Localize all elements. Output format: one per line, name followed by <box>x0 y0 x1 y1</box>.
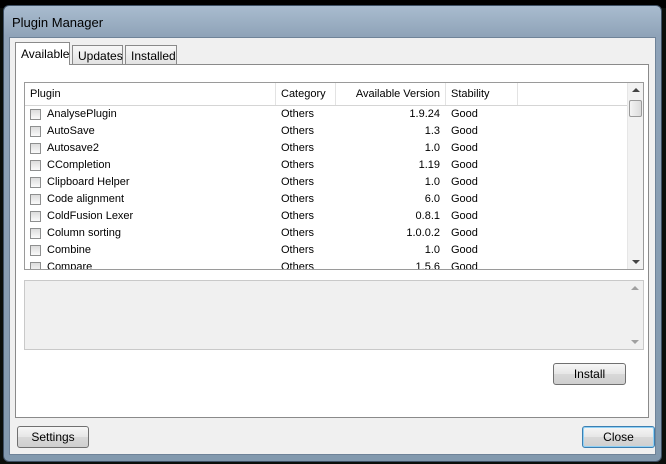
plugin-version: 1.0 <box>424 142 440 154</box>
row-checkbox[interactable] <box>30 143 41 154</box>
table-row[interactable]: Autosave2 Others 1.0 Good <box>25 140 628 157</box>
plugin-version: 1.9.24 <box>409 108 440 120</box>
plugin-version: 6.0 <box>424 193 440 205</box>
plugin-version: 1.0 <box>424 244 440 256</box>
plugin-name: AutoSave <box>47 125 95 137</box>
install-button[interactable]: Install <box>553 363 626 385</box>
scroll-down-arrow-icon[interactable] <box>632 260 640 264</box>
plugin-version: 1.5.6 <box>415 261 440 270</box>
plugin-stability: Good <box>451 142 478 154</box>
description-scrollbar[interactable] <box>627 281 643 349</box>
close-button[interactable]: Close <box>582 426 655 448</box>
row-checkbox[interactable] <box>30 177 41 188</box>
plugin-description-box <box>24 280 644 350</box>
table-row[interactable]: Combine Others 1.0 Good <box>25 242 628 259</box>
plugin-stability: Good <box>451 227 478 239</box>
table-row[interactable]: AnalysePlugin Others 1.9.24 Good <box>25 106 628 123</box>
plugin-category: Others <box>281 261 315 270</box>
plugin-category: Others <box>281 159 315 171</box>
plugin-version: 1.19 <box>418 159 440 171</box>
plugin-stability: Good <box>451 261 478 270</box>
plugin-category: Others <box>281 193 315 205</box>
plugin-category: Others <box>281 142 315 154</box>
plugin-name: Compare <box>47 261 93 270</box>
settings-button[interactable]: Settings <box>17 426 89 448</box>
plugin-stability: Good <box>451 159 478 171</box>
plugin-name: Clipboard Helper <box>47 176 130 188</box>
plugin-list[interactable]: Plugin Category Available Version Stabil… <box>24 82 644 270</box>
scroll-up-arrow-icon[interactable] <box>632 88 640 92</box>
plugin-category: Others <box>281 125 315 137</box>
plugin-category: Others <box>281 244 315 256</box>
window-title: Plugin Manager <box>12 15 104 30</box>
column-header-plugin[interactable]: Plugin <box>25 83 276 105</box>
plugin-stability: Good <box>451 176 478 188</box>
plugin-version: 0.8.1 <box>415 210 440 222</box>
table-row[interactable]: Compare Others 1.5.6 Good <box>25 259 628 270</box>
plugin-name: AnalysePlugin <box>47 108 117 120</box>
row-checkbox[interactable] <box>30 211 41 222</box>
table-row[interactable]: Column sorting Others 1.0.0.2 Good <box>25 225 628 242</box>
scroll-down-arrow-icon[interactable] <box>631 340 639 344</box>
scroll-thumb[interactable] <box>629 100 642 117</box>
table-row[interactable]: Code alignment Others 6.0 Good <box>25 191 628 208</box>
plugin-list-header: Plugin Category Available Version Stabil… <box>25 83 628 106</box>
tab-installed[interactable]: Installed <box>125 45 177 64</box>
table-row[interactable]: CCompletion Others 1.19 Good <box>25 157 628 174</box>
column-header-stability[interactable]: Stability <box>446 83 518 105</box>
column-header-category[interactable]: Category <box>276 83 336 105</box>
row-checkbox[interactable] <box>30 126 41 137</box>
scroll-up-arrow-icon[interactable] <box>631 286 639 290</box>
tab-available[interactable]: Available <box>15 42 70 65</box>
plugin-name: Combine <box>47 244 92 256</box>
plugin-version: 1.0 <box>424 176 440 188</box>
row-checkbox[interactable] <box>30 160 41 171</box>
table-row[interactable]: Clipboard Helper Others 1.0 Good <box>25 174 628 191</box>
row-checkbox[interactable] <box>30 194 41 205</box>
plugin-category: Others <box>281 176 315 188</box>
plugin-version: 1.3 <box>424 125 440 137</box>
row-checkbox[interactable] <box>30 228 41 239</box>
plugin-version: 1.0.0.2 <box>406 227 440 239</box>
plugin-stability: Good <box>451 125 478 137</box>
plugin-stability: Good <box>451 210 478 222</box>
plugin-category: Others <box>281 210 315 222</box>
plugin-list-scrollbar[interactable] <box>627 83 643 269</box>
plugin-category: Others <box>281 227 315 239</box>
row-checkbox[interactable] <box>30 109 41 120</box>
row-checkbox[interactable] <box>30 262 41 269</box>
plugin-stability: Good <box>451 244 478 256</box>
plugin-stability: Good <box>451 108 478 120</box>
column-header-available-version[interactable]: Available Version <box>336 83 446 105</box>
plugin-category: Others <box>281 108 315 120</box>
table-row[interactable]: ColdFusion Lexer Others 0.8.1 Good <box>25 208 628 225</box>
plugin-name: Column sorting <box>47 227 121 239</box>
plugin-name: Code alignment <box>47 193 125 205</box>
row-checkbox[interactable] <box>30 245 41 256</box>
table-row[interactable]: AutoSave Others 1.3 Good <box>25 123 628 140</box>
tab-updates[interactable]: Updates <box>72 45 123 64</box>
window-client-area: Available Updates Installed Plugin Categ… <box>9 37 656 455</box>
plugin-name: ColdFusion Lexer <box>47 210 134 222</box>
plugin-stability: Good <box>451 193 478 205</box>
plugin-manager-window: Plugin Manager Available Updates Install… <box>3 5 662 462</box>
plugin-name: Autosave2 <box>47 142 99 154</box>
plugin-name: CCompletion <box>47 159 111 171</box>
